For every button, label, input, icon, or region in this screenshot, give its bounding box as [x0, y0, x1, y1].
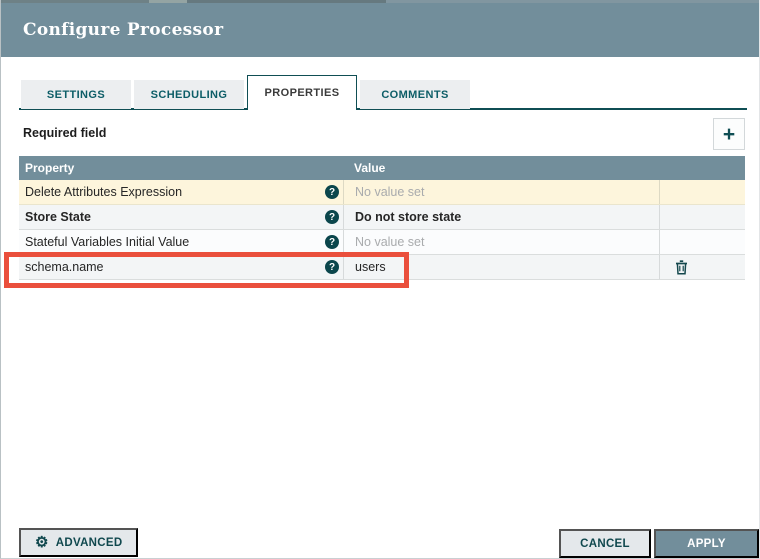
trash-icon[interactable]	[675, 259, 688, 275]
tab-comments[interactable]: COMMENTS	[360, 80, 470, 109]
help-icon[interactable]: ?	[325, 210, 339, 224]
table-row: Stateful Variables Initial Value ? No va…	[19, 230, 745, 255]
property-value-cell[interactable]: No value set	[343, 180, 659, 204]
column-header-value: Value	[354, 161, 386, 175]
help-icon[interactable]: ?	[325, 235, 339, 249]
add-property-button[interactable]: +	[713, 118, 745, 150]
tab-settings[interactable]: SETTINGS	[21, 80, 131, 109]
property-value: users	[355, 260, 386, 274]
plus-icon: +	[722, 122, 736, 146]
configure-processor-dialog: Configure Processor SETTINGS SCHEDULING …	[0, 0, 760, 559]
property-name: Store State	[25, 210, 91, 224]
property-name: Stateful Variables Initial Value	[25, 235, 190, 249]
property-value: No value set	[355, 185, 425, 199]
advanced-button-label: ADVANCED	[55, 536, 123, 549]
property-name: schema.name	[25, 260, 104, 274]
property-value: Do not store state	[355, 210, 462, 224]
table-row: Store State ? Do not store state	[19, 205, 745, 230]
properties-table: Property Value Delete Attributes Express…	[19, 156, 745, 280]
gear-icon: ⚙	[35, 534, 49, 551]
property-value-cell[interactable]: users	[343, 255, 659, 279]
tab-properties[interactable]: PROPERTIES	[247, 75, 357, 110]
column-header-property: Property	[25, 161, 75, 175]
table-row-schema-name: schema.name ? users	[19, 255, 745, 280]
advanced-button[interactable]: ⚙ ADVANCED	[19, 528, 139, 557]
apply-button[interactable]: APPLY	[654, 529, 759, 558]
property-name: Delete Attributes Expression	[25, 185, 183, 199]
tab-scheduling[interactable]: SCHEDULING	[134, 80, 244, 109]
help-icon[interactable]: ?	[325, 260, 339, 274]
property-value-cell[interactable]: Do not store state	[343, 205, 659, 229]
page-title: Configure Processor	[23, 20, 224, 40]
cancel-button[interactable]: CANCEL	[559, 529, 651, 558]
help-icon[interactable]: ?	[325, 185, 339, 199]
property-value-cell[interactable]: No value set	[343, 230, 659, 254]
required-field-label: Required field	[23, 126, 107, 140]
tab-bar: SETTINGS SCHEDULING PROPERTIES COMMENTS	[19, 75, 747, 110]
table-header: Property Value	[19, 156, 745, 180]
dialog-titlebar: Configure Processor	[1, 3, 759, 57]
table-row: Delete Attributes Expression ? No value …	[19, 180, 745, 205]
property-value: No value set	[355, 235, 425, 249]
